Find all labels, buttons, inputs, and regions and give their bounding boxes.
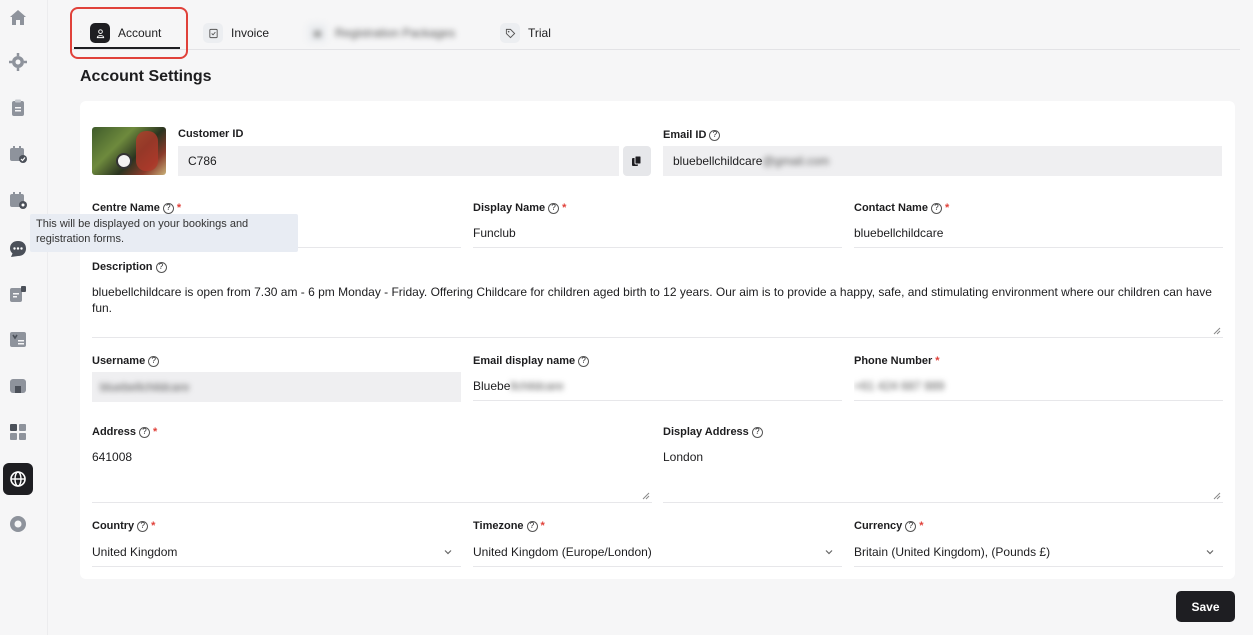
centre-name-tooltip: This will be displayed on your bookings … bbox=[30, 214, 298, 252]
calendar-check-icon[interactable] bbox=[5, 141, 31, 167]
account-settings-card: Customer ID C786 Email ID? bluebellchild… bbox=[80, 101, 1235, 579]
tab-account[interactable]: Account bbox=[90, 20, 161, 46]
notes-icon[interactable] bbox=[5, 281, 31, 307]
currency-label: Currency? * bbox=[854, 520, 924, 532]
tab-registration-packages[interactable]: Registration Packages bbox=[307, 20, 455, 46]
tab-trial[interactable]: Trial bbox=[500, 20, 551, 46]
chevron-down-icon bbox=[825, 549, 833, 554]
chat-icon[interactable] bbox=[5, 236, 31, 262]
home-icon[interactable] bbox=[5, 5, 31, 31]
customer-id-label: Customer ID bbox=[178, 128, 244, 140]
timezone-select[interactable]: United Kingdom (Europe/London) bbox=[473, 537, 842, 567]
invoice-icon bbox=[203, 23, 223, 43]
username-label: Username? bbox=[92, 355, 160, 367]
tab-bar: Account Invoice Registration Packages Tr… bbox=[70, 14, 1240, 50]
calendar-settings-icon[interactable] bbox=[5, 187, 31, 213]
resize-handle-icon[interactable] bbox=[642, 492, 650, 500]
save-button[interactable]: Save bbox=[1176, 591, 1235, 622]
username-field[interactable]: bluebellchildcare bbox=[92, 372, 461, 402]
help-icon[interactable]: ? bbox=[709, 129, 721, 141]
email-display-name-label: Email display name? bbox=[473, 355, 590, 367]
phone-number-field[interactable]: +61 424 687 889 bbox=[854, 371, 1223, 401]
display-address-textarea[interactable]: London bbox=[663, 449, 1223, 503]
active-tab-indicator bbox=[74, 47, 180, 49]
customer-id-field[interactable]: C786 bbox=[178, 146, 619, 176]
description-textarea[interactable]: bluebellchildcare is open from 7.30 am -… bbox=[92, 284, 1223, 338]
settings-icon[interactable] bbox=[5, 49, 31, 75]
contact-name-field[interactable]: bluebellchildcare bbox=[854, 218, 1223, 248]
store-icon[interactable] bbox=[5, 373, 31, 399]
country-label: Country? * bbox=[92, 520, 156, 532]
resize-handle-icon[interactable] bbox=[1213, 327, 1221, 335]
address-label: Address? * bbox=[92, 426, 158, 438]
avatar[interactable] bbox=[92, 127, 166, 175]
help-icon[interactable]: ? bbox=[751, 426, 763, 438]
clipboard-icon[interactable] bbox=[5, 95, 31, 121]
email-id-field[interactable]: bluebellchildcare @gmail.com bbox=[663, 146, 1222, 176]
tab-label: Invoice bbox=[231, 26, 270, 40]
tab-label: Trial bbox=[528, 26, 551, 40]
help-icon[interactable]: ? bbox=[548, 202, 560, 214]
checklist-icon[interactable] bbox=[5, 326, 31, 352]
help-icon[interactable]: ? bbox=[148, 355, 160, 367]
globe-icon[interactable] bbox=[3, 463, 33, 495]
description-label: Description? bbox=[92, 261, 167, 273]
display-address-label: Display Address? bbox=[663, 426, 763, 438]
support-icon[interactable] bbox=[5, 511, 31, 537]
package-icon bbox=[307, 23, 327, 43]
email-id-label: Email ID? bbox=[663, 129, 721, 141]
chevron-down-icon bbox=[1206, 549, 1214, 554]
help-icon[interactable]: ? bbox=[930, 202, 942, 214]
tab-label: Registration Packages bbox=[335, 26, 456, 40]
tag-icon bbox=[500, 23, 520, 43]
user-icon bbox=[90, 23, 110, 43]
display-name-label: Display Name? * bbox=[473, 202, 567, 214]
page-title: Account Settings bbox=[80, 68, 212, 85]
centre-name-label: Centre Name? * bbox=[92, 202, 182, 214]
tab-invoice[interactable]: Invoice bbox=[203, 20, 269, 46]
phone-number-label: Phone Number * bbox=[854, 355, 940, 367]
sidebar bbox=[0, 0, 48, 635]
timezone-label: Timezone? * bbox=[473, 520, 545, 532]
copy-button[interactable] bbox=[623, 146, 651, 176]
tab-label: Account bbox=[118, 26, 162, 40]
grid-icon[interactable] bbox=[5, 419, 31, 445]
help-icon[interactable]: ? bbox=[905, 520, 917, 532]
copy-icon bbox=[632, 155, 642, 166]
resize-handle-icon[interactable] bbox=[1213, 492, 1221, 500]
help-icon[interactable]: ? bbox=[526, 520, 538, 532]
country-select[interactable]: United Kingdom bbox=[92, 537, 461, 567]
help-icon[interactable]: ? bbox=[139, 426, 151, 438]
display-name-field[interactable]: Funclub bbox=[473, 218, 842, 248]
currency-select[interactable]: Britain (United Kingdom), (Pounds £) bbox=[854, 537, 1223, 567]
help-icon[interactable]: ? bbox=[137, 520, 149, 532]
help-icon[interactable]: ? bbox=[162, 202, 174, 214]
email-display-name-field[interactable]: Bluebe llchildcare bbox=[473, 371, 842, 401]
help-icon[interactable]: ? bbox=[578, 355, 590, 367]
chevron-down-icon bbox=[444, 549, 452, 554]
contact-name-label: Contact Name? * bbox=[854, 202, 950, 214]
address-textarea[interactable]: 641008 bbox=[92, 449, 652, 503]
help-icon[interactable]: ? bbox=[155, 261, 167, 273]
